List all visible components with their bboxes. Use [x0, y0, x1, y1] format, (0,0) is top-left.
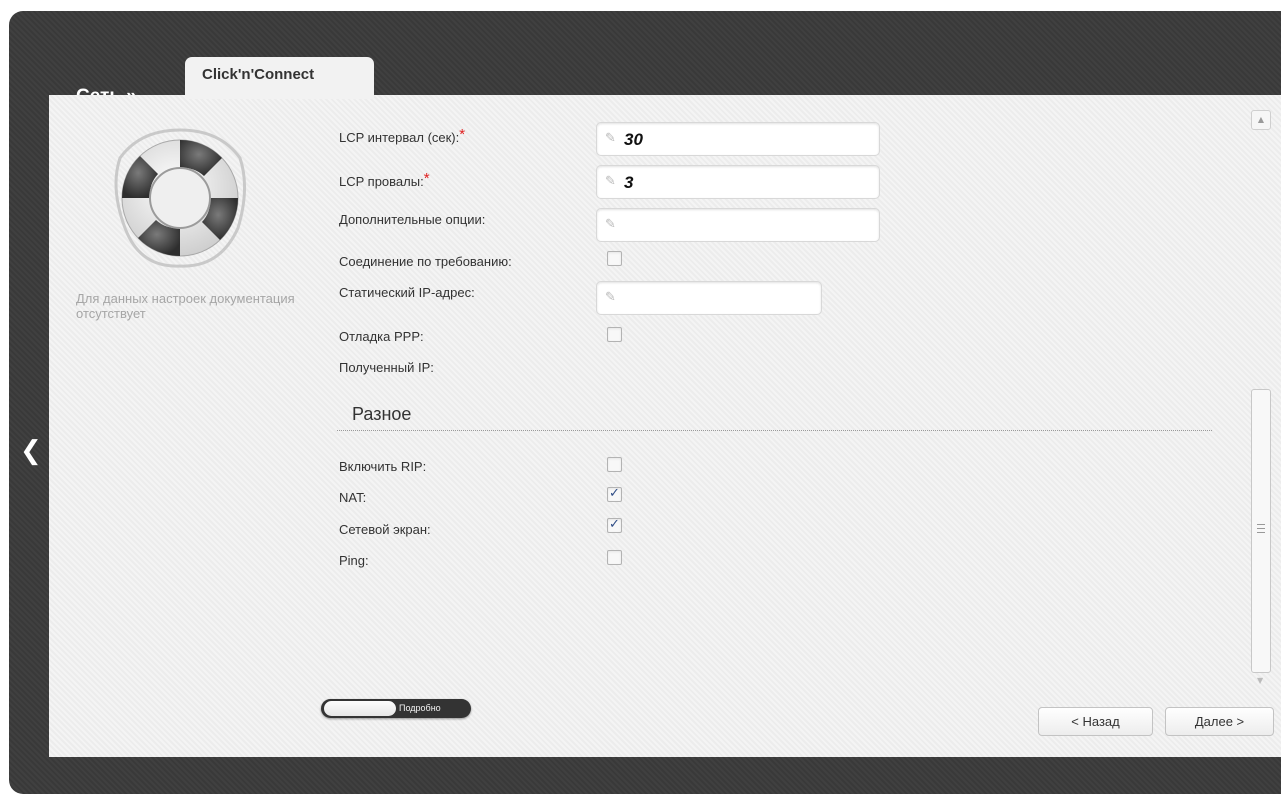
- static-ip-label: Статический IP-адрес:: [339, 285, 475, 300]
- lifebuoy-icon: [114, 128, 247, 268]
- pencil-icon: ✎: [605, 174, 616, 189]
- lcp-failures-input[interactable]: ✎ 3: [596, 165, 880, 199]
- section-divider: [337, 430, 1212, 431]
- misc-section-title: Разное: [352, 404, 412, 424]
- extra-options-input[interactable]: ✎: [596, 208, 880, 242]
- scrollbar[interactable]: ▲ ▼: [1251, 110, 1271, 690]
- next-button[interactable]: Далее >: [1165, 707, 1274, 736]
- ping-label: Ping:: [339, 553, 369, 568]
- ping-checkbox[interactable]: [607, 550, 622, 565]
- on-demand-label: Соединение по требованию:: [339, 254, 512, 269]
- lcp-interval-label: LCP интервал (сек):*: [339, 127, 465, 145]
- lcp-interval-value: 30: [624, 130, 643, 149]
- checkmark-icon: ✓: [609, 517, 620, 532]
- static-ip-input[interactable]: ✎: [596, 281, 822, 315]
- back-button[interactable]: < Назад: [1038, 707, 1153, 736]
- lcp-failures-label: LCP провалы:*: [339, 171, 430, 189]
- lcp-failures-label-text: LCP провалы:: [339, 174, 424, 189]
- nat-label: NAT:: [339, 490, 367, 505]
- ppp-debug-checkbox[interactable]: [607, 327, 622, 342]
- pencil-icon: ✎: [605, 290, 616, 305]
- rip-checkbox[interactable]: [607, 457, 622, 472]
- required-marker: *: [423, 170, 430, 187]
- pencil-icon: ✎: [605, 131, 616, 146]
- scroll-up-arrow-icon[interactable]: ▲: [1251, 110, 1271, 130]
- scroll-down-arrow-icon[interactable]: ▼: [1257, 676, 1263, 685]
- toggle-knob: [324, 701, 396, 716]
- checkmark-icon: ✓: [609, 486, 620, 501]
- lcp-interval-label-text: LCP интервал (сек):: [339, 130, 460, 145]
- extra-options-label: Дополнительные опции:: [339, 212, 486, 227]
- help-text: Для данных настроек документация отсутст…: [76, 291, 295, 321]
- lcp-interval-input[interactable]: ✎ 30: [596, 122, 880, 156]
- firewall-label: Сетевой экран:: [339, 522, 431, 537]
- lcp-failures-value: 3: [624, 173, 634, 192]
- back-arrow-icon[interactable]: ❮: [20, 438, 42, 464]
- pencil-icon: ✎: [605, 217, 616, 232]
- on-demand-checkbox[interactable]: [607, 251, 622, 266]
- ppp-debug-label: Отладка PPP:: [339, 329, 424, 344]
- details-toggle-label: Подробно: [399, 703, 441, 713]
- firewall-checkbox[interactable]: ✓: [607, 517, 622, 533]
- nat-checkbox[interactable]: ✓: [607, 486, 622, 502]
- scrollbar-thumb[interactable]: [1251, 389, 1271, 673]
- received-ip-label: Полученный IP:: [339, 360, 434, 375]
- tab-click-n-connect[interactable]: Click'n'Connect: [185, 57, 374, 99]
- details-toggle[interactable]: Подробно: [321, 699, 471, 718]
- required-marker: *: [459, 126, 466, 143]
- grip-icon: [1257, 524, 1265, 533]
- rip-label: Включить RIP:: [339, 459, 427, 474]
